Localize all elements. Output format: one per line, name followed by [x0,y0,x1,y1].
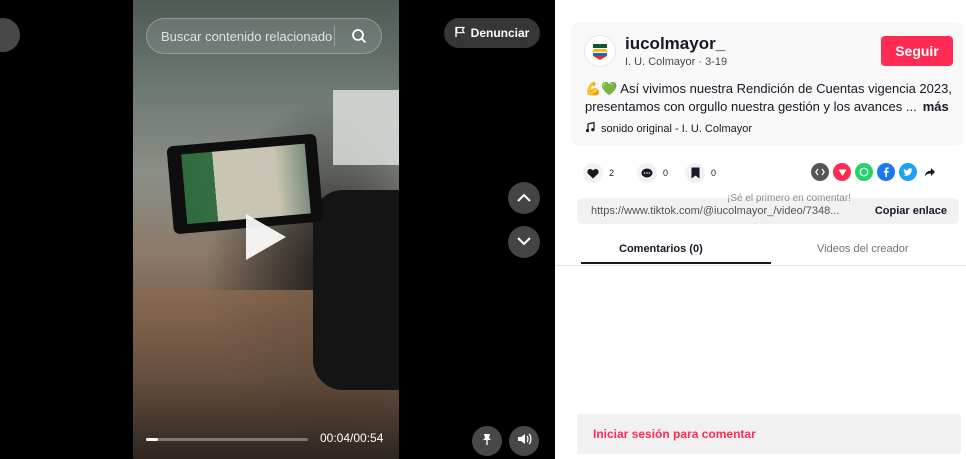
share-row [811,163,939,181]
description-text: 💪💚 Así vivimos nuestra Rendición de Cuen… [585,81,952,114]
video-pane: Buscar contenido relacionado Denunciar 0… [0,0,555,459]
volume-button[interactable] [509,426,539,456]
tab-creator-videos[interactable]: Videos del creador [817,243,909,255]
search-placeholder: Buscar contenido relacionado [161,28,333,44]
chevron-down-icon [517,233,531,251]
floating-player-button[interactable] [472,426,502,456]
avatar[interactable] [584,35,616,67]
close-button[interactable] [0,18,20,52]
tab-comments[interactable]: Comentarios (0) [619,243,703,255]
share-link-box: ¡Sé el primero en comentar! https://www.… [577,193,959,224]
comment-tabs: Comentarios (0) Videos del creador [555,240,966,266]
music-note-icon [585,121,595,136]
report-label: Denunciar [470,26,530,40]
progress-bar-fill [146,438,158,441]
author-username[interactable]: iucolmayor_ [625,34,725,54]
twitter-icon[interactable] [899,163,917,181]
facebook-icon[interactable] [877,163,895,181]
tiktok-video-page: Buscar contenido relacionado Denunciar 0… [0,0,966,459]
info-pane: iucolmayor_ I. U. Colmayor · 3-19 Seguir… [555,0,966,459]
login-to-comment-button[interactable]: Iniciar sesión para comentar [577,414,961,454]
author-meta: I. U. Colmayor · 3-19 [625,56,728,68]
empty-comments-hint: ¡Sé el primero en comentar! [727,193,851,204]
progress-bar[interactable] [146,438,308,441]
time-label: 00:04/00:54 [320,431,384,445]
save-count: 0 [711,168,717,178]
share-url: https://www.tiktok.com/@iucolmayor_/vide… [591,205,840,217]
comment-icon [637,163,657,183]
report-button[interactable]: Denunciar [444,18,540,48]
volume-icon [516,432,532,451]
like-count: 2 [609,168,615,178]
sound-label: sonido original - I. U. Colmayor [601,123,753,135]
bookmark-icon [685,163,705,183]
more-link[interactable]: más [923,99,949,114]
like-button[interactable]: 2 [583,163,614,183]
next-video-button[interactable] [508,226,540,258]
embed-icon[interactable] [811,163,829,181]
video-frame-content [333,90,399,165]
comment-count: 0 [663,168,669,178]
active-tab-indicator [581,262,771,264]
favorite-button[interactable]: 0 [685,163,716,183]
sound-link[interactable]: sonido original - I. U. Colmayor [585,121,753,136]
video-description: 💪💚 Así vivimos nuestra Rendición de Cuen… [585,80,957,116]
play-icon[interactable] [246,214,286,260]
previous-video-button[interactable] [508,182,540,214]
chevron-up-icon [517,189,531,207]
pin-icon [480,432,494,451]
whatsapp-icon[interactable] [855,163,873,181]
share-arrow-icon[interactable] [921,163,939,181]
search-icon[interactable] [345,22,373,50]
heart-icon [583,163,603,183]
send-icon[interactable] [833,163,851,181]
copy-link-button[interactable]: Copiar enlace [875,205,947,217]
flag-icon [454,26,466,41]
author-card: iucolmayor_ I. U. Colmayor · 3-19 Seguir… [571,22,963,146]
search-input[interactable]: Buscar contenido relacionado [146,18,382,54]
follow-button[interactable]: Seguir [881,36,953,66]
comment-button[interactable]: 0 [637,163,668,183]
